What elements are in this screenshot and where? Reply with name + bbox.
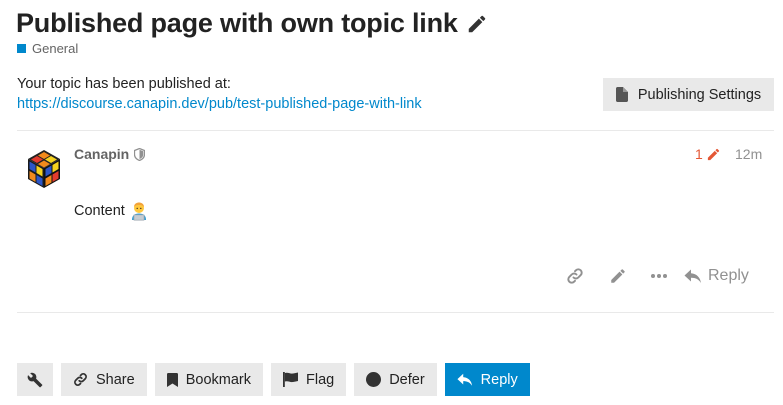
category-badge[interactable]: General xyxy=(17,41,78,56)
circle-icon xyxy=(366,372,382,387)
reply-label: Reply xyxy=(480,371,518,388)
edit-post-button[interactable] xyxy=(603,267,633,285)
share-button[interactable]: Share xyxy=(61,363,147,396)
flag-label: Flag xyxy=(305,371,335,388)
share-label: Share xyxy=(96,371,135,388)
link-icon xyxy=(74,373,87,386)
shield-icon xyxy=(134,147,146,161)
post-controls: Reply xyxy=(560,262,749,290)
technologist-emoji-icon xyxy=(131,202,146,221)
category-color-square xyxy=(17,44,26,53)
avatar[interactable] xyxy=(22,146,66,190)
topic-title[interactable]: Published page with own topic link xyxy=(16,8,458,39)
edit-history-indicator[interactable]: 1 xyxy=(695,146,721,162)
reply-button[interactable]: Reply xyxy=(444,363,530,396)
post-reply-label: Reply xyxy=(708,267,749,284)
publishing-settings-label: Publishing Settings xyxy=(637,86,762,103)
file-icon xyxy=(615,87,628,102)
bookmark-icon xyxy=(166,372,178,387)
link-icon xyxy=(567,268,583,284)
bookmark-label: Bookmark xyxy=(185,371,251,388)
flag-button[interactable]: Flag xyxy=(270,363,347,396)
pencil-icon xyxy=(611,269,625,283)
pencil-icon xyxy=(707,148,719,160)
pencil-icon[interactable] xyxy=(466,13,488,35)
post-content: Content xyxy=(74,201,149,221)
divider xyxy=(17,312,774,313)
published-url-link[interactable]: https://discourse.canapin.dev/pub/test-p… xyxy=(17,96,422,112)
defer-button[interactable]: Defer xyxy=(354,363,437,396)
post-text: Content xyxy=(74,203,125,219)
published-message: Your topic has been published at: xyxy=(17,76,231,92)
edit-count: 1 xyxy=(695,146,703,162)
bookmark-button[interactable]: Bookmark xyxy=(154,363,263,396)
defer-label: Defer xyxy=(389,371,425,388)
topic-admin-button[interactable] xyxy=(17,363,53,396)
divider xyxy=(17,130,774,131)
publishing-settings-button[interactable]: Publishing Settings xyxy=(603,78,774,111)
ellipsis-icon xyxy=(651,274,667,278)
wrench-icon xyxy=(27,372,43,387)
reply-icon xyxy=(457,373,472,386)
post-timestamp[interactable]: 12m xyxy=(735,146,762,162)
reply-icon xyxy=(684,269,701,283)
post-author[interactable]: Canapin xyxy=(74,146,146,162)
topic-footer-buttons: Share Bookmark Flag Defer Reply xyxy=(17,363,538,396)
topic-header: Published page with own topic link xyxy=(16,8,488,39)
post-reply-button[interactable]: Reply xyxy=(684,267,749,285)
show-more-button[interactable] xyxy=(644,273,674,279)
category-name: General xyxy=(32,41,79,56)
username[interactable]: Canapin xyxy=(74,146,129,162)
share-link-button[interactable] xyxy=(560,267,590,285)
flag-icon xyxy=(282,372,298,387)
